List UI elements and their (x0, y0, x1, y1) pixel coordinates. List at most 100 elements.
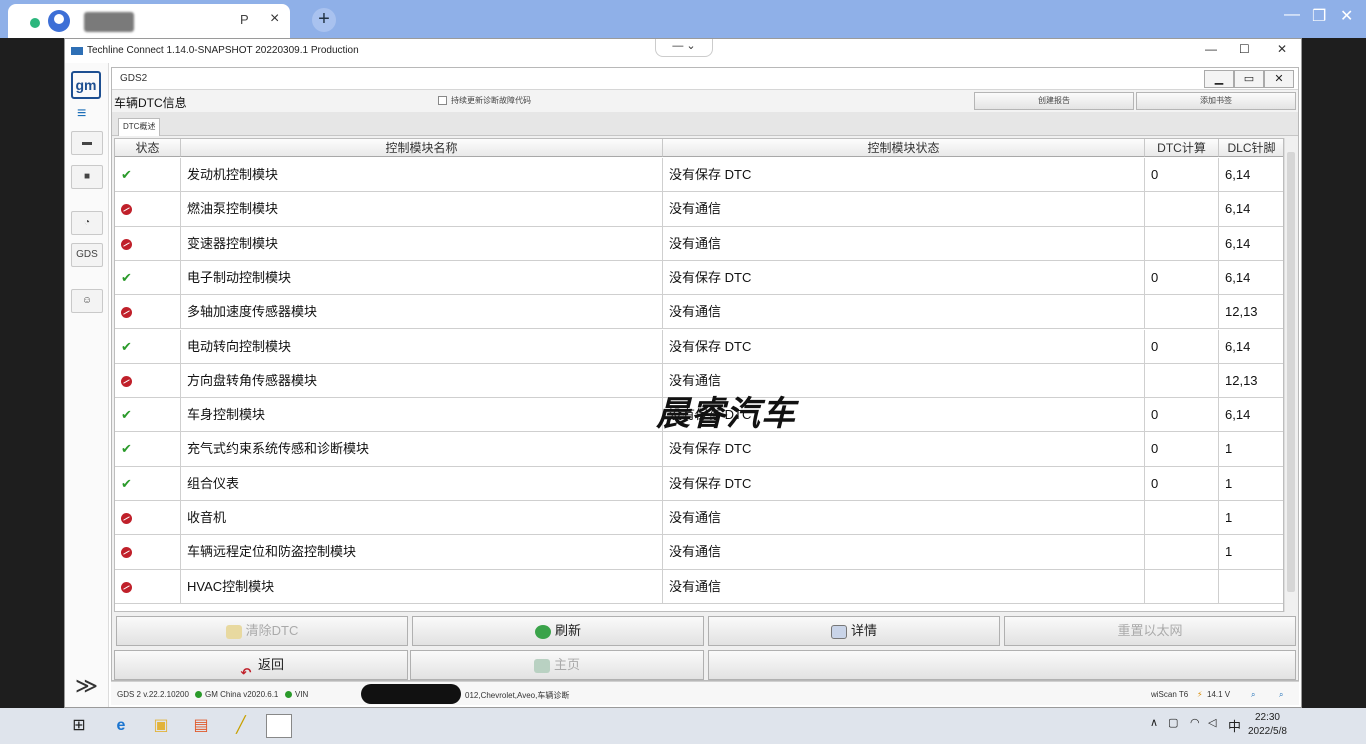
user-icon[interactable]: ☺ (71, 289, 103, 313)
no-comm-icon (121, 204, 132, 216)
browser-tab[interactable]: P × (8, 4, 290, 38)
table-scrollbar[interactable] (1284, 138, 1296, 612)
tab-close-icon[interactable]: × (270, 10, 279, 28)
dtc-count-cell: 0 (1145, 398, 1219, 432)
vin-label: VIN (295, 690, 309, 699)
device-icon[interactable]: ■ (71, 165, 103, 189)
wifi-icon[interactable]: ≡ (77, 105, 86, 123)
column-header-module-name[interactable]: 控制模块名称 (181, 139, 663, 157)
chart-app-icon[interactable]: ╱ (228, 714, 254, 738)
file-explorer-icon[interactable]: ▣ (148, 714, 174, 738)
table-row[interactable]: 多轴加速度传感器模块 没有通信 12,13 (115, 295, 1283, 330)
status-cell (115, 363, 181, 398)
app-taskbar-icon[interactable]: ▤ (188, 714, 214, 738)
table-row[interactable]: 变速器控制模块 没有通信 6,14 (115, 226, 1283, 261)
clear-dtc-button[interactable]: 清除DTC (116, 616, 408, 646)
module-state-cell: 没有通信 (663, 569, 1145, 603)
gds2-minimize-button[interactable]: ▁ (1204, 70, 1234, 88)
module-name-cell: 多轴加速度传感器模块 (181, 295, 663, 329)
dlc-pin-cell: 1 (1219, 467, 1283, 500)
scrollbar-thumb[interactable] (1287, 152, 1295, 592)
module-state-cell: 没有保存 DTC (663, 158, 1145, 192)
table-row[interactable]: ✔ 组合仪表 没有保存 DTC 0 1 (115, 466, 1283, 501)
no-comm-icon (121, 547, 132, 559)
module-name-cell: 电子制动控制模块 (181, 260, 663, 295)
new-tab-button[interactable]: + (312, 8, 336, 32)
browser-restore-button[interactable]: ❐ (1312, 6, 1326, 26)
dtc-count-cell (1145, 363, 1219, 398)
tray-network-icon[interactable]: ▢ (1168, 716, 1178, 729)
tray-wifi-icon[interactable]: ◠ (1190, 716, 1200, 729)
app-titlebar: Techline Connect 1.14.0-SNAPSHOT 2022030… (65, 39, 1301, 63)
check-icon: ✔ (121, 407, 132, 423)
reset-ethernet-button[interactable]: 重置以太网 (1004, 616, 1296, 646)
status-cell: ✔ (115, 432, 181, 466)
module-state-cell: 没有通信 (663, 295, 1145, 329)
techline-taskbar-icon[interactable] (266, 714, 292, 738)
home-button[interactable]: 主页 (410, 650, 704, 680)
no-comm-icon (121, 238, 132, 250)
table-row[interactable]: 燃油泵控制模块 没有通信 6,14 (115, 192, 1283, 227)
table-row[interactable]: ✔ 发动机控制模块 没有保存 DTC 0 6,14 (115, 158, 1283, 193)
table-row[interactable]: ✔ 电动转向控制模块 没有保存 DTC 0 6,14 (115, 329, 1283, 364)
column-header-module-state[interactable]: 控制模块状态 (663, 139, 1145, 157)
edge-browser-icon[interactable]: e (108, 714, 134, 738)
table-row[interactable]: HVAC控制模块 没有通信 (115, 569, 1283, 604)
continuous-update-checkbox[interactable]: 持续更新诊断故障代码 (438, 95, 531, 106)
browser-close-button[interactable]: ✕ (1340, 6, 1353, 26)
details-button[interactable]: 详情 (708, 616, 1000, 646)
back-button[interactable]: ↶ 返回 (114, 650, 408, 680)
vin-status: VIN (285, 690, 308, 699)
gauge-icon[interactable]: ◔ (71, 211, 103, 235)
expand-sidebar-icon[interactable]: ≫ (75, 673, 98, 699)
create-report-button[interactable]: 创建报告 (974, 92, 1134, 110)
taskbar-clock[interactable]: 22:30 2022/5/8 (1248, 711, 1287, 739)
module-name-cell: 电动转向控制模块 (181, 329, 663, 363)
wiscan-label: wiScan T6 (1151, 690, 1189, 699)
gm-china-label: GM China v2020.6.1 (205, 690, 279, 699)
table-row[interactable]: 车辆远程定位和防盗控制模块 没有通信 1 (115, 535, 1283, 570)
refresh-button[interactable]: 刷新 (412, 616, 704, 646)
browser-minimize-button[interactable]: — (1284, 6, 1300, 24)
module-state-cell: 没有保存 DTC (663, 260, 1145, 295)
browser-tab-bar: P × + — ❐ ✕ (0, 0, 1366, 38)
vehicle-icon[interactable]: ▬ (71, 131, 103, 155)
add-marker-button[interactable]: 添加书签 (1136, 92, 1296, 110)
checkbox-icon[interactable] (438, 96, 447, 106)
app-maximize-button[interactable]: ☐ (1239, 42, 1250, 56)
zoom-icon[interactable]: ⌕ (1279, 690, 1283, 700)
module-name-cell: 发动机控制模块 (181, 158, 663, 192)
gds2-close-button[interactable]: ✕ (1264, 70, 1294, 88)
no-comm-icon (121, 581, 132, 593)
tab-dtc-overview[interactable]: DTC概述 (118, 118, 161, 136)
column-header-status[interactable]: 状态 (115, 139, 181, 157)
table-row[interactable]: ✔ 充气式约束系统传感和诊断模块 没有保存 DTC 0 1 (115, 432, 1283, 467)
app-close-button[interactable]: ✕ (1277, 42, 1287, 56)
search-icon[interactable]: ⌕ (1251, 690, 1255, 700)
dtc-count-cell (1145, 535, 1219, 569)
dtc-count-cell: 0 (1145, 158, 1219, 192)
status-ok-icon (285, 691, 292, 699)
module-state-cell: 没有通信 (663, 192, 1145, 226)
gds-icon[interactable]: GDS (71, 243, 103, 267)
table-row[interactable]: ✔ 电子制动控制模块 没有保存 DTC 0 6,14 (115, 260, 1283, 296)
remote-toolbar-toggle[interactable]: — ⌄ (655, 39, 713, 57)
table-row[interactable]: 收音机 没有通信 1 (115, 501, 1283, 536)
dlc-pin-cell: 12,13 (1219, 364, 1283, 397)
home-icon (533, 658, 550, 673)
gm-logo-icon[interactable]: gm (71, 71, 101, 99)
module-state-cell: 没有保存 DTC (663, 466, 1145, 500)
dlc-pin-cell: 6,14 (1219, 227, 1283, 260)
column-header-dlc-pin[interactable]: DLC针脚 (1219, 139, 1283, 157)
tray-volume-icon[interactable]: ◁ (1208, 716, 1216, 729)
windows-start-icon[interactable]: ⊞ (66, 714, 92, 738)
check-icon: ✔ (121, 269, 132, 285)
gds2-title: GDS2 (120, 73, 148, 84)
app-minimize-button[interactable]: — (1205, 42, 1217, 56)
page-header: 车辆DTC信息 持续更新诊断故障代码 创建报告 添加书签 (112, 90, 1298, 112)
column-header-dtc-count[interactable]: DTC计算 (1145, 139, 1219, 157)
app-logo-icon (71, 47, 83, 55)
tray-chevron-icon[interactable]: ∧ (1150, 716, 1158, 729)
ime-indicator[interactable]: 中 (1228, 716, 1241, 735)
gds2-maximize-button[interactable]: ▭ (1234, 70, 1264, 88)
